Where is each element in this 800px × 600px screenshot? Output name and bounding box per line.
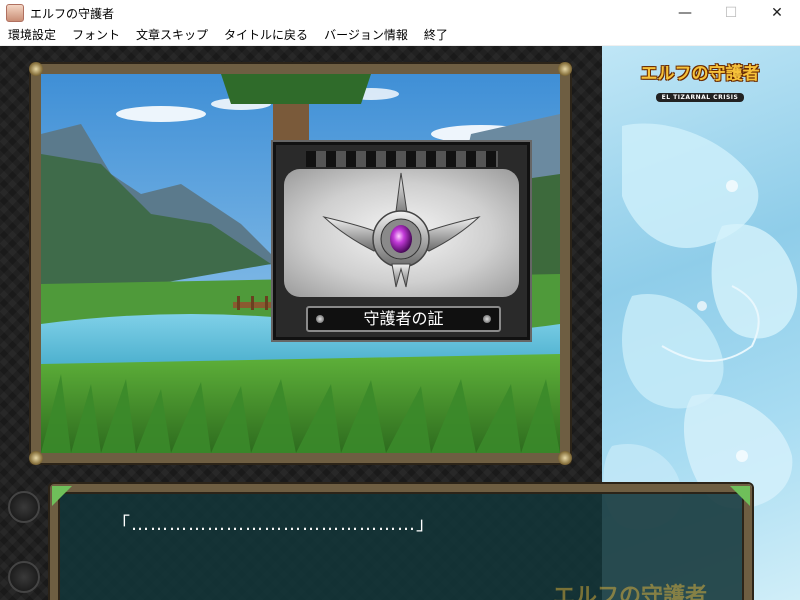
window-controls: — ☐ ✕: [662, 0, 800, 26]
plate-rivet: [483, 315, 491, 323]
menu-item-exit[interactable]: 終了: [416, 26, 456, 45]
frame-corner-stud: [29, 62, 43, 76]
close-button[interactable]: ✕: [754, 0, 800, 26]
menu-item-version-info[interactable]: バージョン情報: [316, 26, 416, 45]
maximize-button[interactable]: ☐: [708, 0, 754, 26]
menu-item-return-to-title[interactable]: タイトルに戻る: [216, 26, 316, 45]
menu-item-settings[interactable]: 環境設定: [0, 26, 64, 45]
dialog-box[interactable]: 「………………………………………」 エルフの守護者: [50, 484, 752, 600]
guardian-emblem-icon: [322, 172, 481, 288]
popup-header-ornament: [306, 151, 498, 167]
item-image: [284, 169, 519, 297]
game-logo: エルフの守護者 EL TIZARNAL CRISIS: [640, 64, 760, 102]
logo-subtitle: EL TIZARNAL CRISIS: [655, 93, 745, 102]
window-title: エルフの守護者: [30, 6, 115, 21]
menu-item-font[interactable]: フォント: [64, 26, 128, 45]
game-screen[interactable]: エルフの守護者 EL TIZARNAL CRISIS 守護者の証 「…………………: [0, 46, 800, 600]
item-acquired-popup: 守護者の証: [273, 142, 530, 340]
app-icon: [6, 4, 24, 22]
dialog-corner-ornament: [730, 486, 750, 506]
plate-rivet: [316, 315, 324, 323]
dialog-watermark-logo: エルフの守護者: [553, 583, 708, 600]
menu-item-text-skip[interactable]: 文章スキップ: [128, 26, 216, 45]
dialog-text: 「………………………………………」: [112, 514, 435, 535]
frame-corner-stud: [558, 62, 572, 76]
frame-corner-stud: [558, 451, 572, 465]
logo-title: エルフの守護者: [640, 64, 760, 84]
window-titlebar: エルフの守護者 — ☐ ✕: [0, 0, 800, 26]
item-name: 守護者の証: [363, 309, 444, 328]
menu-bar: 環境設定 フォント 文章スキップ タイトルに戻る バージョン情報 終了: [0, 26, 800, 46]
minimize-button[interactable]: —: [662, 0, 708, 26]
frame-corner-stud: [29, 451, 43, 465]
side-medallion: [8, 561, 40, 593]
item-name-plate: 守護者の証: [306, 306, 501, 332]
dialog-corner-ornament: [52, 486, 72, 506]
side-medallion: [8, 491, 40, 523]
